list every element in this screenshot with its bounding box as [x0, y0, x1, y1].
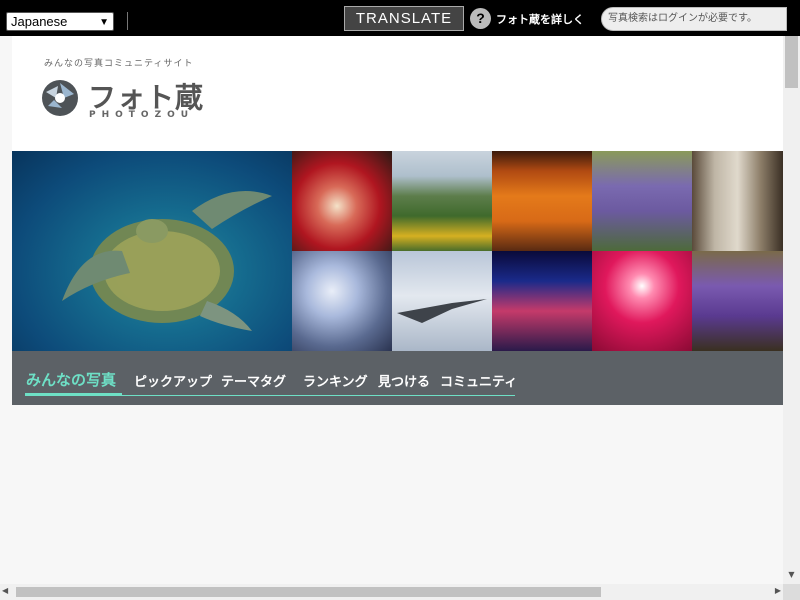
horizontal-scroll-thumb[interactable] — [16, 587, 601, 597]
active-tab-indicator — [25, 393, 122, 396]
nav-underline — [122, 395, 515, 396]
sea-turtle-photo[interactable] — [12, 151, 292, 351]
purple-flowers-photo[interactable] — [692, 251, 783, 351]
nav-item-community[interactable]: コミュニティ — [440, 371, 517, 390]
main-nav: みんなの写真 ピックアップ テーマタグ ランキング 見つける コミュニティ — [12, 351, 783, 405]
snails-on-stump-photo[interactable] — [692, 151, 783, 251]
translate-bar: Japanese ▼ TRANSLATE ? フォト蔵を詳しく 写真検索はログイ… — [0, 0, 800, 36]
jet-fighter-photo[interactable] — [392, 251, 492, 351]
photo-mosaic — [12, 151, 783, 351]
site-logo-subtitle: PHOTOZOU — [89, 110, 195, 120]
nav-item-discover[interactable]: 見つける — [378, 371, 430, 390]
scroll-left-arrow-icon[interactable]: ◀ — [2, 586, 8, 595]
search-input[interactable]: 写真検索はログインが必要です。 — [601, 7, 787, 31]
language-select[interactable]: Japanese ▼ — [6, 12, 114, 31]
lavender-photo[interactable] — [592, 151, 692, 251]
nav-item-pickup[interactable]: ピックアップ — [134, 371, 212, 390]
horizontal-scrollbar[interactable]: ◀ ▶ — [0, 584, 783, 600]
sunflowers-photo[interactable] — [392, 151, 492, 251]
pink-light-photo[interactable] — [592, 251, 692, 351]
scroll-right-arrow-icon[interactable]: ▶ — [775, 586, 781, 595]
divider — [127, 12, 128, 30]
camera-aperture-icon[interactable] — [40, 78, 84, 118]
language-select-value: Japanese — [11, 14, 68, 29]
nemophila-photo[interactable] — [292, 251, 392, 351]
vertical-scrollbar[interactable]: ▼ — [783, 36, 800, 584]
scroll-down-arrow-icon[interactable]: ▼ — [783, 570, 800, 582]
sunset-birds-photo[interactable] — [492, 151, 592, 251]
translate-button[interactable]: TRANSLATE — [344, 6, 464, 31]
about-photozou-link[interactable]: フォト蔵を詳しく — [496, 11, 584, 27]
nav-item-everyones-photos[interactable]: みんなの写真 — [26, 369, 116, 390]
dahlia-photo[interactable] — [292, 151, 392, 251]
help-icon[interactable]: ? — [470, 8, 491, 29]
vertical-scroll-thumb[interactable] — [785, 36, 798, 88]
nav-item-theme-tags[interactable]: テーマタグ — [221, 371, 286, 390]
nav-item-ranking[interactable]: ランキング — [303, 371, 368, 390]
city-night-photo[interactable] — [492, 251, 592, 351]
chevron-down-icon: ▼ — [99, 17, 109, 28]
site-tagline: みんなの写真コミュニティサイト — [44, 59, 194, 69]
scrollbar-corner — [783, 584, 800, 600]
